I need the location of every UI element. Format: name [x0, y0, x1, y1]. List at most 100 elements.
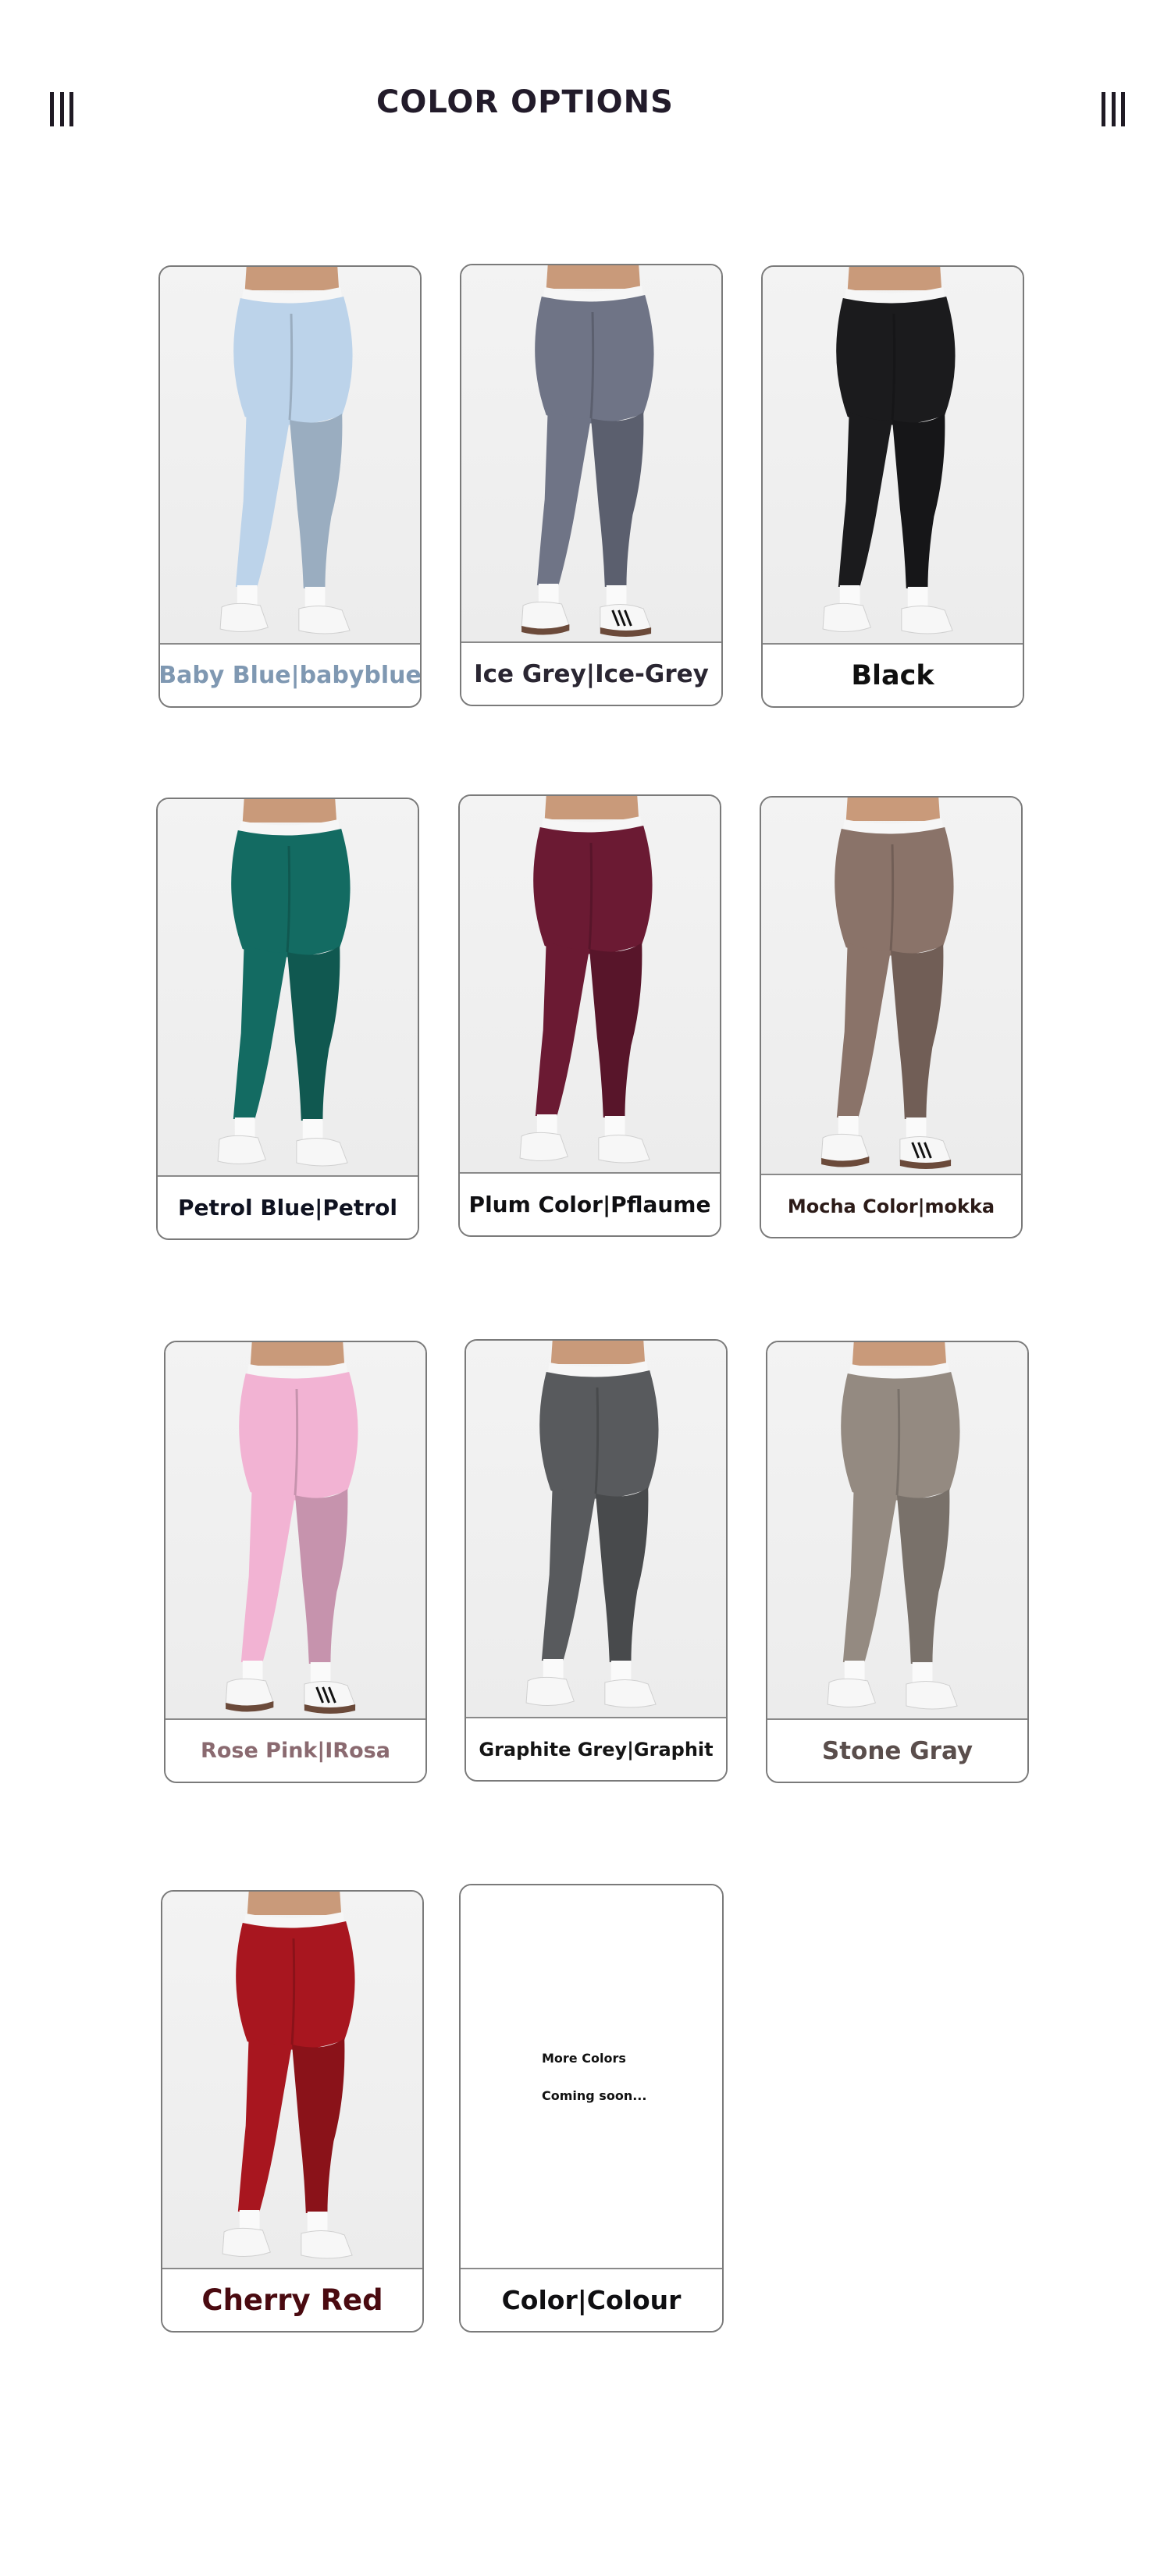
- right-shoe: [906, 1681, 958, 1710]
- coming-soon-text: Coming soon...: [542, 2088, 647, 2103]
- left-shoe: [822, 602, 871, 632]
- torso: [845, 798, 941, 821]
- color-label: Rose Pink|IRosa: [166, 1718, 425, 1782]
- leggings-illustration: [521, 265, 654, 637]
- leggings-illustration: [217, 799, 351, 1167]
- left-shoe: [521, 601, 570, 631]
- right-leg: [897, 1489, 950, 1664]
- color-label: Petrol Blue|Petrol: [158, 1175, 418, 1238]
- right-leg: [292, 2038, 345, 2213]
- page-title: COLOR OPTIONS: [376, 84, 674, 120]
- torso: [546, 265, 641, 289]
- left-shoe: [519, 1132, 568, 1161]
- right-shoe: [301, 2230, 353, 2259]
- left-leg: [237, 2037, 293, 2212]
- leggings-illustration: [822, 267, 956, 634]
- torso: [847, 267, 942, 290]
- hips: [233, 297, 353, 425]
- color-label: Cherry Red: [162, 2268, 422, 2331]
- right-leg: [287, 946, 340, 1121]
- left-shoe: [222, 2227, 271, 2257]
- hips: [239, 1372, 358, 1501]
- torso: [550, 1341, 646, 1364]
- color-card-black[interactable]: Black: [761, 265, 1024, 708]
- color-card-cherry-red[interactable]: Cherry Red: [161, 1890, 424, 2333]
- left-shoe: [219, 602, 269, 632]
- right-leg: [589, 943, 642, 1117]
- left-shoe: [225, 1678, 274, 1707]
- right-shoe: [899, 1136, 952, 1165]
- color-label: Ice Grey|Ice-Grey: [461, 641, 721, 705]
- color-label: Graphite Grey|Graphit: [466, 1717, 726, 1780]
- product-photo: [767, 1342, 1027, 1721]
- color-card-ice-grey[interactable]: Ice Grey|Ice-Grey: [460, 264, 723, 706]
- hips: [841, 1372, 960, 1501]
- hips: [535, 295, 654, 424]
- torso: [244, 267, 340, 290]
- torso: [247, 1892, 342, 1915]
- color-label: Mocha Color|mokka: [761, 1174, 1021, 1237]
- torso: [250, 1342, 345, 1366]
- leggings-illustration: [827, 1342, 960, 1710]
- product-photo: [763, 267, 1023, 646]
- menu-bars-icon[interactable]: [1102, 92, 1125, 126]
- left-shoe: [820, 1133, 870, 1163]
- right-leg: [596, 1487, 649, 1662]
- product-photo: [166, 1342, 425, 1721]
- color-label: Black: [763, 643, 1023, 706]
- color-card-rose-pink[interactable]: Rose Pink|IRosa: [164, 1341, 427, 1783]
- left-leg: [838, 412, 893, 587]
- left-leg: [541, 1486, 596, 1661]
- right-shoe: [298, 606, 351, 634]
- product-photo: [461, 265, 721, 645]
- hips: [236, 1921, 355, 2050]
- color-card-petrol-blue[interactable]: Petrol Blue|Petrol: [156, 798, 419, 1240]
- left-leg: [235, 412, 290, 587]
- more-colors-text: More Colors: [542, 2051, 626, 2066]
- right-shoe: [598, 1135, 650, 1164]
- left-shoe: [525, 1676, 575, 1706]
- product-photo: [160, 267, 420, 646]
- leggings-illustration: [519, 796, 653, 1164]
- product-photo: [162, 1892, 422, 2271]
- right-shoe: [304, 1681, 356, 1710]
- left-leg: [836, 943, 892, 1117]
- color-card-mocha[interactable]: Mocha Color|mokka: [760, 796, 1023, 1238]
- color-card-plum[interactable]: Plum Color|Pflaume: [458, 794, 721, 1237]
- leggings-illustration: [222, 1892, 355, 2259]
- color-label: Plum Color|Pflaume: [460, 1172, 720, 1235]
- right-leg: [295, 1489, 348, 1664]
- color-card-stone-gray[interactable]: Stone Gray: [766, 1341, 1029, 1783]
- hips: [231, 829, 351, 958]
- left-leg: [240, 1487, 296, 1662]
- left-leg: [536, 410, 592, 585]
- hips: [835, 827, 954, 956]
- left-shoe: [827, 1678, 876, 1707]
- color-label: Color|Colour: [461, 2268, 722, 2331]
- right-shoe: [600, 604, 652, 633]
- left-leg: [842, 1487, 898, 1662]
- leggings-illustration: [525, 1341, 659, 1708]
- product-photo: [460, 796, 720, 1175]
- coming-soon-card[interactable]: More Colors Coming soon... Color|Colour: [459, 1884, 724, 2333]
- right-leg: [591, 412, 644, 587]
- right-shoe: [296, 1138, 348, 1167]
- leggings-illustration: [225, 1342, 358, 1714]
- left-shoe: [217, 1135, 266, 1164]
- hips: [539, 1370, 659, 1499]
- leggings-illustration: [820, 798, 954, 1169]
- left-leg: [233, 944, 288, 1119]
- right-leg: [891, 944, 944, 1119]
- color-card-graphite-grey[interactable]: Graphite Grey|Graphit: [464, 1339, 728, 1782]
- color-card-baby-blue[interactable]: Baby Blue|babyblue: [158, 265, 422, 708]
- hips: [533, 826, 653, 954]
- right-leg: [892, 414, 945, 588]
- product-photo: [761, 798, 1021, 1177]
- torso: [544, 796, 639, 819]
- menu-bars-icon[interactable]: [50, 92, 73, 126]
- right-shoe: [604, 1679, 657, 1708]
- right-shoe: [901, 606, 953, 634]
- hips: [836, 297, 956, 425]
- coming-soon-panel: More Colors Coming soon...: [461, 1885, 722, 2265]
- right-leg: [290, 414, 343, 588]
